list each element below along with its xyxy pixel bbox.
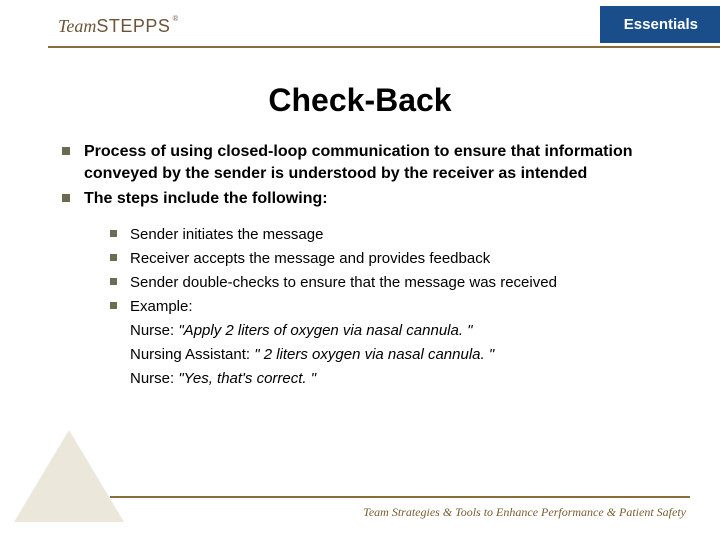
list-item: Nurse: "Yes, that's correct. " xyxy=(110,368,670,389)
essentials-tab: Essentials xyxy=(600,6,720,43)
list-item: Nurse: "Apply 2 liters of oxygen via nas… xyxy=(110,320,670,341)
list-item: Sender double-checks to ensure that the … xyxy=(110,272,670,293)
logo-team: Team xyxy=(58,16,96,36)
list-item: The steps include the following: xyxy=(62,188,670,210)
list-item: Receiver accepts the message and provide… xyxy=(110,248,670,269)
list-item: Sender initiates the message xyxy=(110,224,670,245)
dialogue-speaker: Nurse: xyxy=(130,370,178,387)
dialogue-quote: "Apply 2 liters of oxygen via nasal cann… xyxy=(178,322,472,339)
list-item: Nursing Assistant: " 2 liters oxygen via… xyxy=(110,344,670,365)
slide-body: Process of using closed-loop communicati… xyxy=(62,141,670,389)
slide-title: Check-Back xyxy=(0,82,720,119)
dialogue-speaker: Nurse: xyxy=(130,322,178,339)
dialogue-quote: " 2 liters oxygen via nasal cannula. " xyxy=(254,346,494,363)
list-item: Example: xyxy=(110,296,670,317)
bullet-list-level1: Process of using closed-loop communicati… xyxy=(62,141,670,210)
footer-rule xyxy=(110,496,690,498)
header-rule xyxy=(48,46,720,48)
footer-tagline: Team Strategies & Tools to Enhance Perfo… xyxy=(363,505,686,520)
slide-header: TeamSTEPPS® Essentials xyxy=(0,0,720,58)
registered-mark: ® xyxy=(172,14,178,23)
dialogue-speaker: Nursing Assistant: xyxy=(130,346,254,363)
list-item: Process of using closed-loop communicati… xyxy=(62,141,670,184)
logo-stepps: STEPPS xyxy=(96,16,170,36)
bullet-list-level2: Sender initiates the message Receiver acc… xyxy=(110,224,670,389)
teamstepps-logo: TeamSTEPPS® xyxy=(58,16,176,37)
slide-footer: Team Strategies & Tools to Enhance Perfo… xyxy=(0,458,720,528)
dialogue-quote: "Yes, that's correct. " xyxy=(178,370,316,387)
triangle-icon xyxy=(14,430,124,522)
